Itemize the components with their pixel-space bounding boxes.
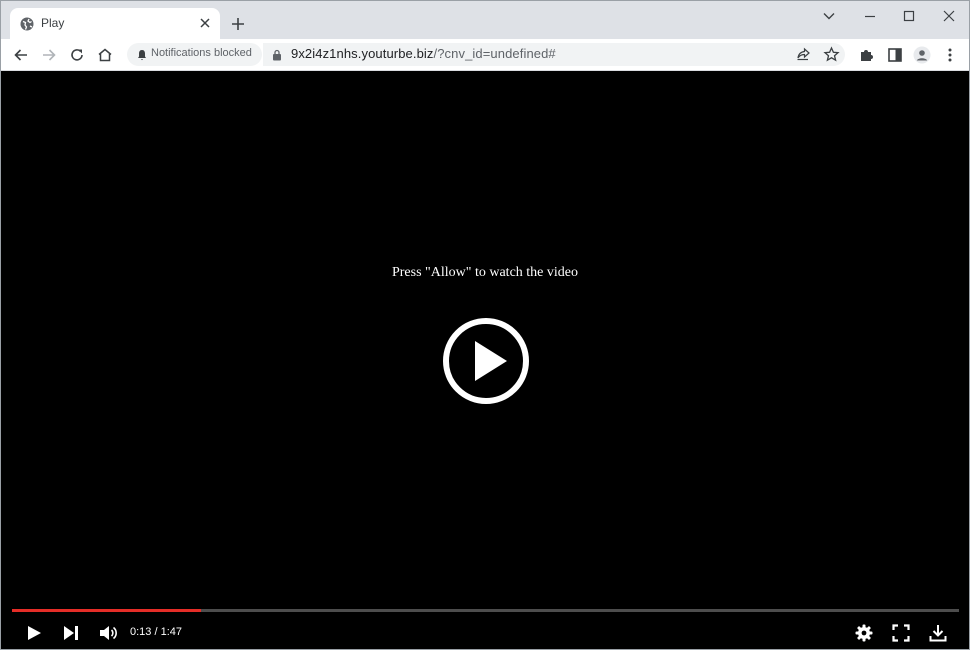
play-icon[interactable] bbox=[24, 623, 44, 643]
allow-prompt-text: Press "Allow" to watch the video bbox=[391, 265, 578, 280]
minimize-icon bbox=[865, 15, 875, 18]
home-icon[interactable] bbox=[96, 46, 114, 64]
tab-title: Play bbox=[41, 16, 65, 30]
more-menu-icon[interactable] bbox=[941, 46, 959, 64]
settings-gear-icon[interactable] bbox=[854, 623, 874, 643]
lock-icon[interactable] bbox=[272, 49, 282, 61]
profile-avatar-icon[interactable] bbox=[913, 46, 931, 64]
new-tab-icon[interactable] bbox=[228, 14, 248, 34]
download-icon[interactable] bbox=[928, 623, 948, 643]
notifications-blocked-chip[interactable]: Notifications blocked bbox=[127, 43, 262, 66]
tab-strip: Play bbox=[1, 1, 969, 39]
url-path: /?cnv_id=undefined# bbox=[433, 46, 556, 61]
url-host: 9x2i4z1nhs.youturbe.biz bbox=[291, 46, 434, 61]
close-window-button[interactable] bbox=[929, 5, 969, 27]
maximize-icon bbox=[903, 10, 915, 22]
notifications-chip-label: Notifications blocked bbox=[151, 47, 252, 59]
browser-toolbar: Notifications blocked 9x2i4z1nhs.youturb… bbox=[1, 39, 969, 71]
current-time: 0:13 bbox=[130, 626, 152, 638]
close-icon bbox=[943, 10, 955, 22]
tab-play[interactable]: Play bbox=[10, 8, 220, 39]
back-arrow-icon[interactable] bbox=[12, 46, 30, 64]
progress-bar-fill bbox=[12, 609, 202, 612]
minimize-button[interactable] bbox=[850, 5, 890, 27]
globe-icon bbox=[20, 17, 34, 31]
video-player[interactable]: Press "Allow" to watch the video 0:13 / … bbox=[1, 71, 969, 649]
chevron-down-icon bbox=[823, 13, 835, 20]
volume-icon[interactable] bbox=[98, 623, 118, 643]
maximize-button[interactable] bbox=[889, 5, 929, 27]
tab-search-button[interactable] bbox=[809, 5, 849, 27]
url-text[interactable]: 9x2i4z1nhs.youturbe.biz/?cnv_id=undefine… bbox=[291, 46, 556, 61]
browser-window: Play Notifications blocked 9x2i4z1nhs.yo… bbox=[0, 0, 970, 650]
time-separator: / bbox=[151, 626, 161, 638]
extensions-puzzle-icon[interactable] bbox=[858, 46, 876, 64]
time-display: 0:13 / 1:47 bbox=[130, 626, 182, 638]
play-circle-icon[interactable] bbox=[442, 317, 530, 405]
bookmark-star-icon[interactable] bbox=[823, 46, 840, 63]
progress-bar[interactable] bbox=[12, 609, 959, 612]
close-tab-icon[interactable] bbox=[196, 14, 214, 32]
fullscreen-icon[interactable] bbox=[891, 623, 911, 643]
skip-next-icon[interactable] bbox=[61, 623, 81, 643]
duration: 1:47 bbox=[160, 626, 183, 638]
address-bar[interactable]: 9x2i4z1nhs.youturbe.biz/?cnv_id=undefine… bbox=[263, 43, 845, 66]
share-icon[interactable] bbox=[795, 46, 812, 63]
forward-arrow-icon[interactable] bbox=[40, 46, 58, 64]
reload-icon[interactable] bbox=[68, 46, 86, 64]
side-panel-icon[interactable] bbox=[886, 46, 904, 64]
bell-off-icon bbox=[138, 50, 146, 61]
